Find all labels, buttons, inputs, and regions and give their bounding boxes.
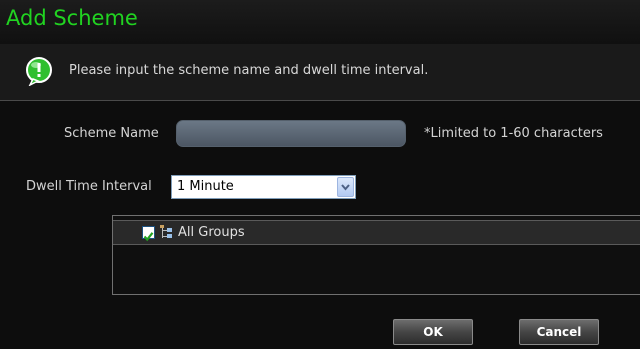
chevron-down-icon [341, 184, 350, 191]
tree-row-all-groups[interactable]: All Groups [113, 220, 640, 245]
dropdown-button[interactable] [337, 177, 354, 197]
all-groups-label: All Groups [178, 225, 245, 240]
dialog-title: Add Scheme [6, 6, 138, 30]
group-tree-panel: All Groups [112, 215, 640, 295]
info-row: Please input the scheme name and dwell t… [0, 44, 640, 101]
add-scheme-dialog: Add Scheme Please input the scheme name … [0, 0, 640, 349]
scheme-name-input[interactable] [176, 120, 406, 147]
scheme-name-hint: *Limited to 1-60 characters [424, 126, 603, 141]
dwell-time-select[interactable]: 1 Minute [171, 175, 356, 199]
title-bar: Add Scheme [0, 0, 640, 44]
info-speech-bubble-icon [26, 57, 52, 86]
all-groups-checkbox[interactable] [142, 226, 155, 242]
checkmark-icon [143, 232, 154, 242]
dwell-time-value: 1 Minute [177, 179, 234, 194]
scheme-name-label: Scheme Name [64, 126, 159, 141]
cancel-button[interactable]: Cancel [519, 319, 599, 345]
group-tree-icon [160, 225, 172, 238]
dwell-time-label: Dwell Time Interval [26, 179, 152, 194]
info-text: Please input the scheme name and dwell t… [69, 63, 429, 78]
ok-button[interactable]: OK [393, 319, 473, 345]
